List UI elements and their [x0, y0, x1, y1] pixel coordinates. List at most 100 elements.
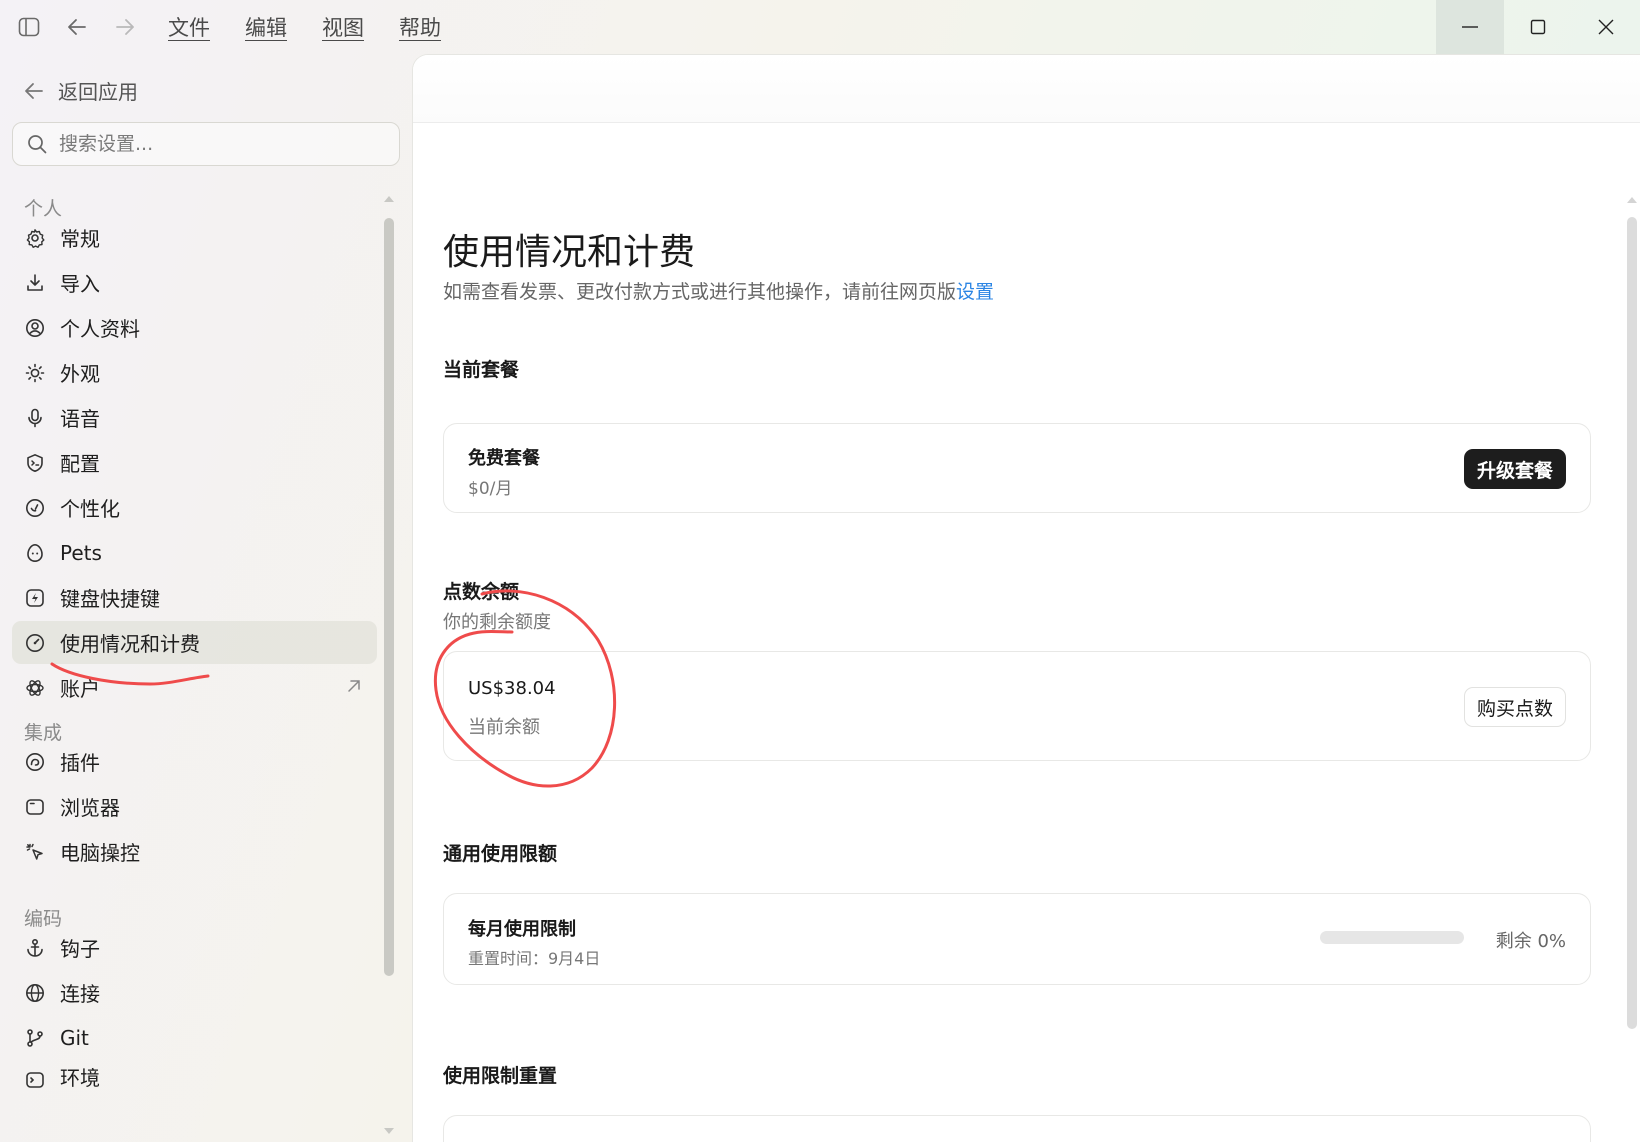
sidebar-item-label: 配置: [60, 452, 100, 476]
menu-help[interactable]: 帮助: [399, 12, 441, 42]
search-icon: [28, 135, 47, 154]
sidebar-item-hooks[interactable]: 钩子: [12, 926, 377, 969]
sidebar-item-environment[interactable]: 环境: [12, 1061, 377, 1091]
page-subtitle: 如需查看发票、更改付款方式或进行其他操作，请前往网页版设置: [443, 277, 994, 304]
buy-credits-button[interactable]: 购买点数: [1463, 687, 1566, 727]
back-arrow-icon: [25, 82, 43, 99]
menu-view[interactable]: 视图: [322, 12, 364, 42]
user-circle-icon: [24, 317, 46, 339]
sidebar-item-general[interactable]: 常规: [12, 216, 377, 259]
openai-logo-icon: [24, 677, 46, 699]
sidebar-item-label: 个性化: [60, 497, 120, 521]
sidebar-item-pets[interactable]: Pets: [12, 531, 377, 574]
sidebar-item-connections[interactable]: 连接: [12, 971, 377, 1014]
settings-search[interactable]: [12, 122, 400, 166]
minimize-icon: [1462, 26, 1478, 28]
sidebar-item-label: 键盘快捷键: [60, 587, 160, 611]
sidebar-item-label: Git: [60, 1025, 89, 1050]
usage-progress-bar: [1320, 931, 1464, 944]
menu-edit[interactable]: 编辑: [245, 12, 287, 42]
sidebar-item-computer-control[interactable]: 电脑操控: [12, 830, 377, 873]
settings-content: 使用情况和计费 如需查看发票、更改付款方式或进行其他操作，请前往网页版设置 当前…: [412, 54, 1640, 1142]
sidebar-item-account[interactable]: 账户: [12, 666, 377, 709]
credit-balance-card: US$38.04 当前余额 购买点数: [443, 651, 1591, 761]
sidebar-item-git[interactable]: Git: [12, 1016, 377, 1059]
config-shield-icon: [24, 452, 46, 474]
plan-name: 免费套餐: [468, 448, 540, 469]
credit-balance-subtitle: 你的剩余额度: [443, 612, 551, 633]
content-header: [413, 55, 1640, 123]
sidebar-item-voice[interactable]: 语音: [12, 396, 377, 439]
download-icon: [24, 272, 46, 294]
sidebar-item-label: 插件: [60, 751, 100, 775]
anchor-icon: [24, 937, 46, 959]
credit-amount: US$38.04: [468, 678, 556, 699]
sidebar-item-shortcuts[interactable]: 键盘快捷键: [12, 576, 377, 619]
sidebar-item-appearance[interactable]: 外观: [12, 351, 377, 394]
page-title: 使用情况和计费: [443, 232, 696, 273]
cursor-click-icon: [24, 841, 46, 863]
microphone-icon: [24, 407, 46, 429]
sidebar-item-label: 外观: [60, 362, 100, 386]
minimize-button[interactable]: [1436, 0, 1504, 54]
git-branch-icon: [24, 1027, 46, 1049]
current-plan-heading: 当前套餐: [443, 359, 520, 381]
sidebar-item-browser[interactable]: 浏览器: [12, 785, 377, 828]
sidebar-item-import[interactable]: 导入: [12, 261, 377, 304]
personalization-icon: [24, 497, 46, 519]
sidebar-item-label: 账户: [60, 677, 100, 701]
settings-sidebar: 返回应用 个人 常规 导入 个人资料 外观 语音 配置 个性化 Pets 键盘快…: [0, 54, 412, 1142]
sidebar-item-label: 语音: [60, 407, 100, 431]
upgrade-plan-button[interactable]: 升级套餐: [1463, 449, 1566, 489]
sidebar-item-label: 浏览器: [60, 796, 120, 820]
gear-icon: [24, 227, 46, 249]
sun-icon: [24, 362, 46, 384]
terminal-icon: [24, 1069, 46, 1091]
sidebar-item-label: 常规: [60, 227, 100, 251]
close-icon: [1598, 19, 1614, 35]
sidebar-item-label: Pets: [60, 540, 102, 565]
sidebar-item-profile[interactable]: 个人资料: [12, 306, 377, 349]
sidebar-item-label: 电脑操控: [60, 841, 140, 865]
usage-remaining-text: 剩余 0%: [1495, 931, 1566, 952]
sidebar-item-plugins[interactable]: 插件: [12, 740, 377, 783]
sidebar-item-label: 钩子: [60, 937, 100, 961]
usage-limits-heading: 通用使用限额: [443, 843, 558, 865]
close-window-button[interactable]: [1572, 0, 1640, 54]
sidebar-item-config[interactable]: 配置: [12, 441, 377, 484]
web-settings-link[interactable]: 设置: [956, 281, 994, 303]
sidebar-toggle-icon[interactable]: [14, 12, 44, 42]
scroll-up-arrow-icon[interactable]: [1625, 195, 1639, 205]
globe-icon: [24, 982, 46, 1004]
menu-file[interactable]: 文件: [168, 12, 210, 42]
current-plan-card: 免费套餐 $0/月 升级套餐: [443, 423, 1591, 513]
credit-amount-label: 当前余额: [468, 717, 540, 738]
page-subtitle-text: 如需查看发票、更改付款方式或进行其他操作，请前往网页版: [443, 281, 957, 303]
back-arrow-icon[interactable]: [62, 12, 92, 42]
sidebar-item-label: 环境: [60, 1066, 100, 1090]
external-link-icon: [348, 680, 360, 692]
credit-balance-heading: 点数余额: [443, 581, 520, 603]
maximize-icon: [1530, 19, 1546, 35]
search-input[interactable]: [59, 133, 359, 155]
monthly-limit-title: 每月使用限制: [468, 919, 576, 940]
plan-price: $0/月: [468, 479, 513, 499]
sidebar-item-usage-billing[interactable]: 使用情况和计费: [12, 621, 377, 664]
title-bar: 文件 编辑 视图 帮助: [0, 0, 1640, 54]
forward-arrow-icon[interactable]: [110, 12, 140, 42]
maximize-button[interactable]: [1504, 0, 1572, 54]
limit-reset-heading: 使用限制重置: [443, 1065, 558, 1087]
content-scrollbar-thumb[interactable]: [1627, 217, 1637, 1029]
sidebar-scrollbar-thumb[interactable]: [384, 218, 394, 976]
lightning-icon: [24, 587, 46, 609]
scroll-down-arrow-icon[interactable]: [382, 1126, 396, 1136]
sidebar-item-label: 个人资料: [60, 317, 140, 341]
pet-egg-icon: [24, 542, 46, 564]
scroll-up-arrow-icon[interactable]: [382, 194, 396, 204]
monthly-limit-card: 每月使用限制 重置时间：9月4日 剩余 0%: [443, 893, 1591, 985]
back-to-app-link[interactable]: 返回应用: [24, 76, 138, 105]
limit-reset-card: [443, 1115, 1591, 1142]
sidebar-item-personalization[interactable]: 个性化: [12, 486, 377, 529]
gauge-icon: [24, 632, 46, 654]
browser-window-icon: [24, 796, 46, 818]
